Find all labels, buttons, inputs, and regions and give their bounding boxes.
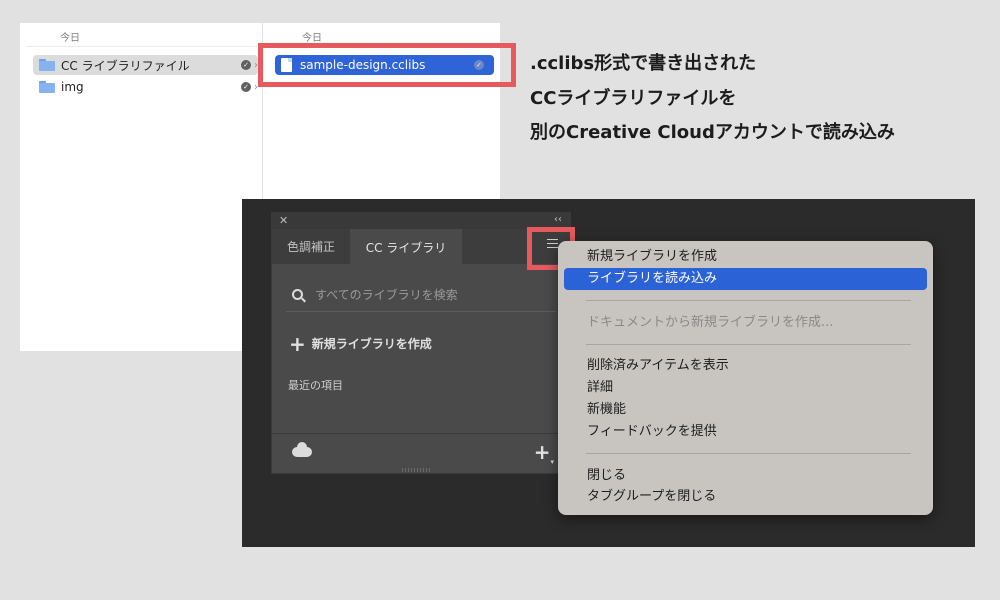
plus-icon: +	[289, 331, 306, 356]
cloud-icon[interactable]	[292, 442, 312, 457]
menu-item-new-library-from-document: ドキュメントから新規ライブラリを作成...	[587, 315, 834, 330]
annotation-line-3: 別のCreative Cloudアカウントで読み込み	[530, 122, 895, 143]
panel-footer: +▾	[272, 433, 570, 473]
panel-tab-bar: 色調補正 CC ライブラリ	[272, 229, 570, 265]
finder-column-1: 今日 CC ライブラリファイル ✓ › img ✓ ›	[20, 23, 263, 351]
panel-title-bar: ✕ ‹‹	[272, 213, 570, 229]
menu-separator	[586, 300, 911, 301]
collapse-icon[interactable]: ‹‹	[554, 214, 562, 225]
menu-item-feedback[interactable]: フィードバックを提供	[564, 421, 927, 443]
finder-item-img-folder[interactable]: img ✓ ›	[33, 77, 258, 97]
menu-item-details[interactable]: 詳細	[564, 377, 927, 399]
annotation-line-1: .cclibs形式で書き出された	[530, 53, 757, 74]
resize-grip[interactable]	[402, 468, 432, 472]
cc-libraries-panel: ✕ ‹‹ 色調補正 CC ライブラリ すべてのライブラリを検索 + 新規ライブラ…	[271, 212, 571, 474]
close-icon[interactable]: ✕	[279, 214, 288, 227]
menu-item-show-deleted[interactable]: 削除済みアイテムを表示	[564, 355, 927, 377]
tab-color-correction[interactable]: 色調補正	[272, 229, 350, 264]
tab-cc-libraries[interactable]: CC ライブラリ	[350, 229, 462, 265]
column-header: 今日	[60, 33, 80, 44]
recent-items-heading: 最近の項目	[288, 379, 343, 392]
menu-item-whats-new[interactable]: 新機能	[564, 399, 927, 421]
finder-item-label: CC ライブラリファイル	[61, 58, 190, 73]
annotation-line-2: CCライブラリファイルを	[530, 88, 737, 109]
menu-separator	[586, 344, 911, 345]
add-icon[interactable]: +▾	[534, 440, 554, 466]
panel-flyout-menu: 新規ライブラリを作成 ライブラリを読み込み ドキュメントから新規ライブラリを作成…	[558, 241, 933, 515]
menu-item-new-library[interactable]: 新規ライブラリを作成	[564, 246, 927, 268]
menu-separator	[586, 453, 911, 454]
search-placeholder: すべてのライブラリを検索	[315, 288, 458, 302]
menu-item-close-tab-group[interactable]: タブグループを閉じる	[564, 486, 927, 508]
finder-item-label: img	[61, 80, 84, 94]
file-highlight-box	[258, 43, 516, 87]
folder-icon	[39, 81, 55, 93]
folder-icon	[39, 59, 55, 71]
synced-check-icon: ✓	[241, 82, 251, 92]
menu-item-close[interactable]: 閉じる	[564, 465, 927, 487]
new-library-label: 新規ライブラリを作成	[311, 337, 432, 351]
library-search-field[interactable]: すべてのライブラリを検索	[286, 278, 556, 312]
synced-check-icon: ✓	[241, 60, 251, 70]
finder-item-cc-library-folder[interactable]: CC ライブラリファイル ✓ ›	[33, 55, 258, 75]
column-header: 今日	[302, 33, 322, 44]
search-icon	[292, 289, 303, 300]
menu-item-import-library[interactable]: ライブラリを読み込み	[564, 268, 927, 290]
new-library-button[interactable]: + 新規ライブラリを作成	[289, 331, 432, 356]
column-divider	[26, 46, 256, 47]
